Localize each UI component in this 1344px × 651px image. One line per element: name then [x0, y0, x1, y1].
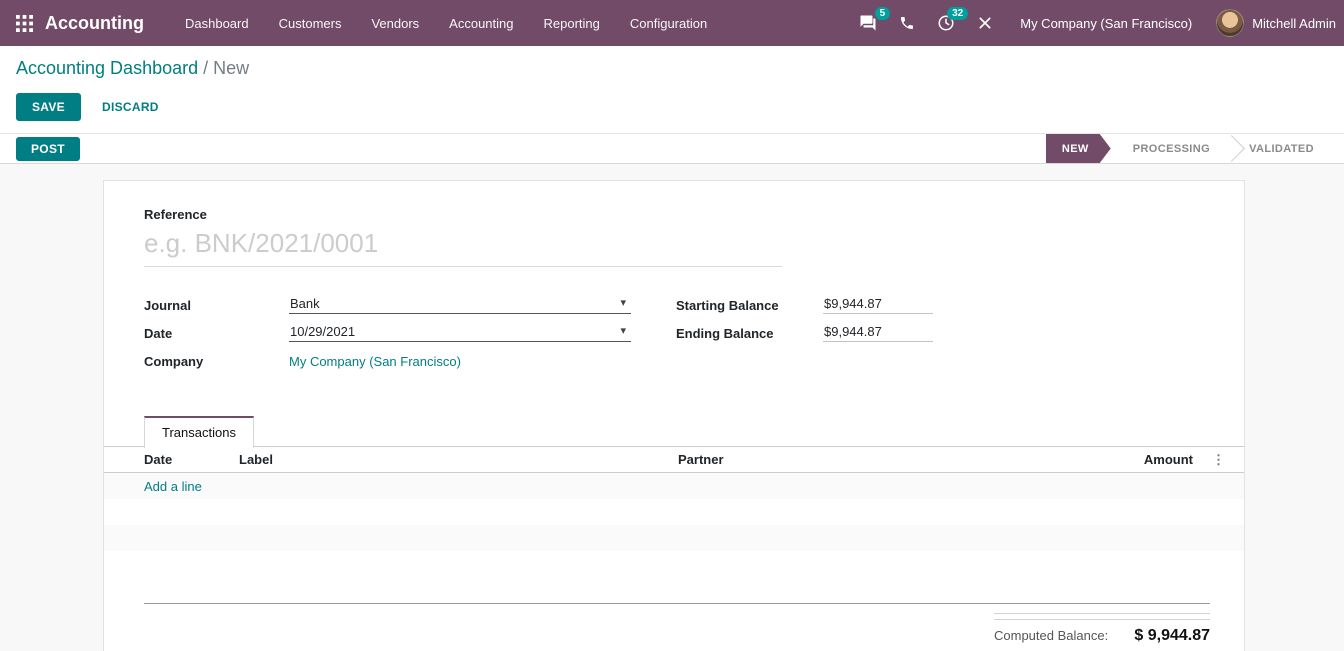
journal-label: Journal: [144, 298, 289, 313]
form-view-container: Reference Journal Bank ▾ Date 10/29/2021…: [0, 164, 1344, 651]
status-step-processing[interactable]: PROCESSING: [1111, 134, 1232, 163]
menu-configuration[interactable]: Configuration: [615, 0, 722, 46]
date-value: 10/29/2021: [290, 324, 355, 339]
top-navbar: Accounting Dashboard Customers Vendors A…: [0, 0, 1344, 46]
control-panel: Accounting Dashboard / New SAVE DISCARD: [0, 46, 1344, 133]
tab-transactions[interactable]: Transactions: [144, 416, 254, 448]
user-avatar: [1216, 9, 1244, 37]
company-switcher[interactable]: My Company (San Francisco): [1004, 16, 1208, 31]
table-footer: Computed Balance: $ 9,944.87: [994, 613, 1210, 645]
form-statusbar: POST NEW PROCESSING VALIDATED: [0, 133, 1344, 164]
add-line-row: Add a line: [104, 473, 1244, 499]
journal-value: Bank: [290, 296, 320, 311]
menu-accounting[interactable]: Accounting: [434, 0, 528, 46]
ending-balance-input[interactable]: $9,944.87: [823, 324, 933, 342]
column-header-label[interactable]: Label: [239, 452, 678, 467]
computed-balance-label: Computed Balance:: [994, 628, 1108, 643]
tab-strip: Transactions: [104, 415, 1244, 447]
activities-button[interactable]: 32: [926, 0, 966, 46]
company-link[interactable]: My Company (San Francisco): [289, 354, 461, 369]
field-columns: Journal Bank ▾ Date 10/29/2021 ▾ Company…: [144, 291, 1210, 375]
column-header-partner[interactable]: Partner: [678, 452, 1078, 467]
tools-icon: [977, 15, 993, 31]
company-field-row: Company My Company (San Francisco): [144, 347, 676, 375]
phone-icon: [899, 15, 915, 31]
breadcrumb: Accounting Dashboard / New: [16, 58, 1328, 79]
caret-down-icon: ▾: [620, 298, 626, 309]
starting-balance-row: Starting Balance $9,944.87: [676, 291, 933, 319]
user-menu[interactable]: Mitchell Admin: [1208, 9, 1344, 37]
user-name: Mitchell Admin: [1252, 16, 1336, 31]
journal-select[interactable]: Bank ▾: [289, 296, 631, 314]
starting-balance-input[interactable]: $9,944.87: [823, 296, 933, 314]
reference-field-group: Reference: [144, 207, 1210, 267]
ending-balance-row: Ending Balance $9,944.87: [676, 319, 933, 347]
empty-row: [104, 499, 1244, 525]
reference-input[interactable]: [144, 224, 782, 267]
column-header-amount[interactable]: Amount: [1078, 452, 1193, 467]
menu-vendors[interactable]: Vendors: [356, 0, 434, 46]
status-step-new[interactable]: NEW: [1046, 134, 1111, 163]
app-name[interactable]: Accounting: [45, 13, 144, 34]
debug-tools-button[interactable]: [966, 0, 1004, 46]
breadcrumb-current: New: [213, 58, 249, 78]
activities-badge: 32: [947, 7, 968, 20]
table-empty-space: [104, 551, 1244, 603]
status-pipeline: NEW PROCESSING VALIDATED: [1046, 134, 1344, 163]
add-a-line-link[interactable]: Add a line: [104, 479, 202, 494]
date-label: Date: [144, 326, 289, 341]
table-header-row: Date Label Partner Amount ⋮: [104, 447, 1244, 473]
main-menu: Dashboard Customers Vendors Accounting R…: [170, 0, 722, 46]
footer-rule: [994, 619, 1210, 620]
computed-balance-row: Computed Balance: $ 9,944.87: [994, 627, 1210, 645]
apps-menu-button[interactable]: [16, 15, 33, 32]
ending-balance-label: Ending Balance: [676, 326, 823, 341]
footer-rule: [994, 613, 1210, 614]
menu-reporting[interactable]: Reporting: [529, 0, 615, 46]
date-picker[interactable]: 10/29/2021 ▾: [289, 324, 631, 342]
date-field-row: Date 10/29/2021 ▾: [144, 319, 676, 347]
right-field-column: Starting Balance $9,944.87 Ending Balanc…: [676, 291, 933, 375]
menu-dashboard[interactable]: Dashboard: [170, 0, 264, 46]
apps-grid-icon: [16, 15, 33, 32]
caret-down-icon: ▾: [620, 326, 626, 337]
notebook: Transactions Date Label Partner Amount ⋮…: [104, 415, 1244, 645]
breadcrumb-separator: /: [203, 58, 213, 78]
save-button[interactable]: SAVE: [16, 93, 81, 121]
control-panel-buttons: SAVE DISCARD: [16, 93, 1328, 121]
reference-label: Reference: [144, 207, 1210, 222]
journal-field-row: Journal Bank ▾: [144, 291, 676, 319]
messages-button[interactable]: 5: [848, 0, 888, 46]
chat-bubbles-icon: [859, 14, 877, 32]
computed-balance-value: $ 9,944.87: [1134, 627, 1210, 645]
breadcrumb-parent-link[interactable]: Accounting Dashboard: [16, 58, 198, 78]
starting-balance-label: Starting Balance: [676, 298, 823, 313]
company-label: Company: [144, 354, 289, 369]
post-button[interactable]: POST: [16, 137, 80, 161]
navbar-right: 5 32 My Company: [848, 0, 1344, 46]
optional-columns-toggle-icon[interactable]: ⋮: [1193, 452, 1244, 468]
form-sheet: Reference Journal Bank ▾ Date 10/29/2021…: [103, 180, 1245, 651]
left-field-column: Journal Bank ▾ Date 10/29/2021 ▾ Company…: [144, 291, 676, 375]
transactions-table: Date Label Partner Amount ⋮ Add a line: [104, 447, 1244, 645]
column-header-date[interactable]: Date: [104, 452, 239, 467]
empty-row: [104, 525, 1244, 551]
table-bottom-rule: [144, 603, 1210, 604]
discard-button[interactable]: DISCARD: [89, 93, 172, 121]
calls-button[interactable]: [888, 0, 926, 46]
menu-customers[interactable]: Customers: [264, 0, 357, 46]
